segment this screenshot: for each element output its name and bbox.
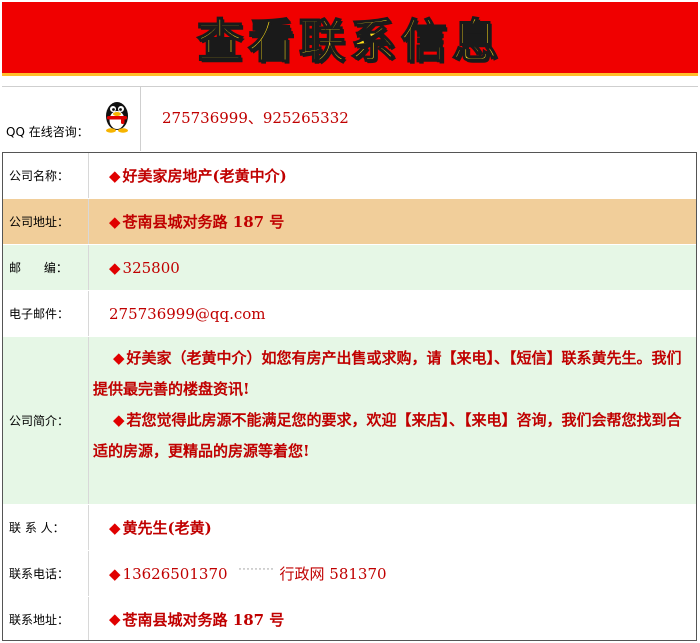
qq-penguin-icon[interactable] (102, 97, 132, 133)
contact-person-label: 联 系 人： (3, 505, 89, 550)
banner-background: 查看联系信息 (2, 2, 698, 76)
qq-label-cell: QQ 在线咨询： (2, 87, 141, 151)
contact-address-value: ◆ 苍南县城对务路 187 号 (89, 597, 696, 640)
contact-person-value: ◆ 黄先生(老黄) (89, 505, 696, 550)
bullet-icon: ◆ (109, 564, 121, 583)
company-name-text: 好美家房地产(老黄中介) (122, 167, 287, 185)
row-contact-address: 联系地址： ◆ 苍南县城对务路 187 号 (3, 597, 696, 640)
company-name-label: 公司名称： (3, 153, 89, 198)
header-banner: 查看联系信息 (0, 0, 700, 80)
row-company-address: 公司地址： ◆ 苍南县城对务路 187 号 (3, 199, 696, 245)
row-postcode: 邮 编： ◆ 325800 (3, 245, 696, 291)
contact-address-text: 苍南县城对务路 187 号 (122, 610, 285, 629)
row-company-intro: 公司简介： ◆ 好美家（老黄中介）如您有房产出售或求购，请【来电】、【短信】联系黄… (3, 337, 696, 505)
contact-phone-label: 联系电话： (3, 551, 89, 596)
company-address-label: 公司地址： (3, 199, 89, 244)
bullet-icon: ◆ (109, 212, 121, 231)
row-company-name: 公司名称： ◆ 好美家房地产(老黄中介) (3, 153, 696, 199)
qq-consult-row: QQ 在线咨询： 275736999、925265332 (2, 86, 698, 152)
company-name-value: ◆ 好美家房地产(老黄中介) (89, 153, 696, 198)
bullet-icon: ◆ (109, 166, 121, 185)
postcode-text: 325800 (122, 258, 180, 277)
postcode-value: ◆ 325800 (89, 245, 696, 290)
row-contact-phone: 联系电话： ◆ 13626501370 ˙˙˙˙˙˙˙˙˙ 行政网 581370 (3, 551, 696, 597)
page-title: 查看联系信息 (196, 13, 503, 69)
bullet-icon: ◆ (113, 349, 125, 367)
bullet-icon: ◆ (109, 258, 121, 277)
intro-paragraph: ◆ 若您觉得此房源不能满足您的要求，欢迎【来店】、【来电】咨询，我们会帮您找到合适… (93, 405, 688, 467)
contact-person-text: 黄先生(老黄) (122, 519, 212, 537)
row-email: 电子邮件： 275736999@qq.com (3, 291, 696, 337)
contact-info-table: 公司名称： ◆ 好美家房地产(老黄中介) 公司地址： ◆ 苍南县城对务路 187… (2, 152, 697, 641)
postcode-label: 邮 编： (3, 245, 89, 290)
intro-paragraph-2: 若您觉得此房源不能满足您的要求，欢迎【来店】、【来电】咨询，我们会帮您找到合适的… (93, 411, 682, 460)
contact-address-label: 联系地址： (3, 597, 89, 640)
intro-paragraph-1: 好美家（老黄中介）如您有房产出售或求购，请【来电】、【短信】联系黄先生。我们提供… (93, 349, 682, 398)
email-value: 275736999@qq.com (89, 291, 696, 336)
dotted-mark: ˙˙˙˙˙˙˙˙˙ (237, 567, 275, 579)
contact-phone-number[interactable]: 13626501370 (123, 565, 228, 583)
company-intro-text: ◆ 好美家（老黄中介）如您有房产出售或求购，请【来电】、【短信】联系黄先生。我们提… (89, 337, 696, 504)
qq-label: QQ 在线咨询： (6, 125, 89, 139)
email-label: 电子邮件： (3, 291, 89, 336)
email-link[interactable]: 275736999@qq.com (109, 305, 266, 323)
intro-paragraph: ◆ 好美家（老黄中介）如您有房产出售或求购，请【来电】、【短信】联系黄先生。我们提… (93, 343, 688, 405)
bullet-icon: ◆ (109, 610, 121, 628)
company-intro-label: 公司简介： (3, 337, 89, 504)
contact-phone-extra: 行政网 581370 (279, 565, 387, 583)
bullet-icon: ◆ (113, 411, 125, 429)
bullet-icon: ◆ (109, 518, 121, 537)
contact-info-page: 查看联系信息 QQ 在线咨询： 275736999、925265332 公司名称… (0, 0, 700, 643)
company-address-value: ◆ 苍南县城对务路 187 号 (89, 199, 696, 244)
qq-numbers[interactable]: 275736999、925265332 (162, 107, 349, 128)
row-contact-person: 联 系 人： ◆ 黄先生(老黄) (3, 505, 696, 551)
company-address-text: 苍南县城对务路 187 号 (122, 213, 285, 231)
contact-phone-value: ◆ 13626501370 ˙˙˙˙˙˙˙˙˙ 行政网 581370 (89, 551, 696, 596)
